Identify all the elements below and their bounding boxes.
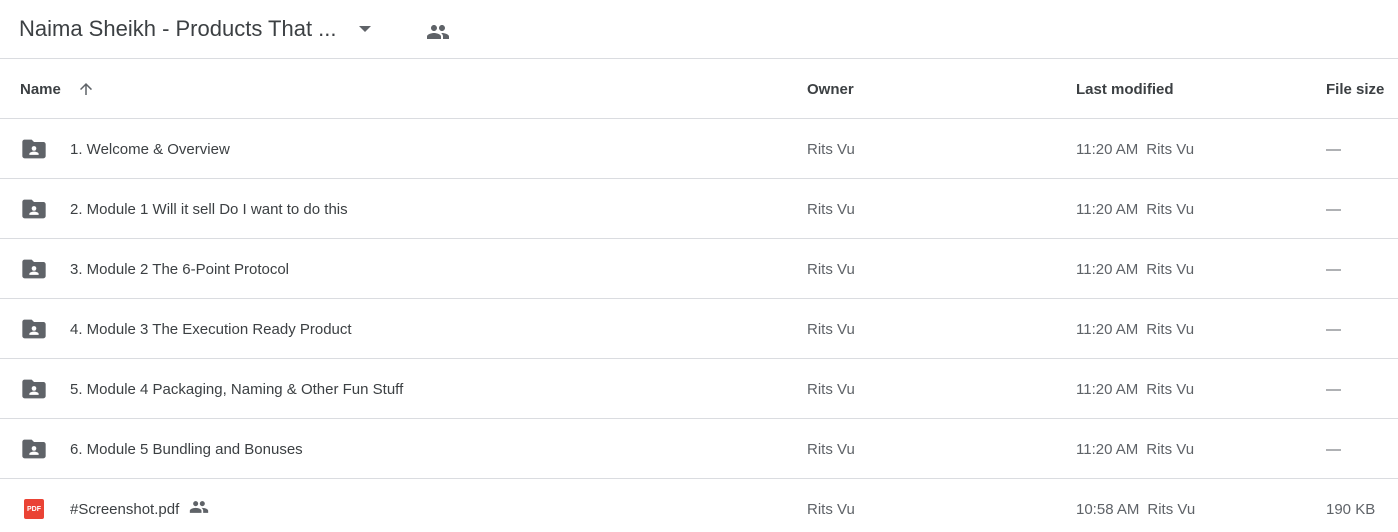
file-name: 6. Module 5 Bundling and Bonuses xyxy=(70,440,303,458)
top-bar: Naima Sheikh - Products That ... xyxy=(0,0,1398,59)
modified-by: Rits Vu xyxy=(1147,500,1196,518)
modified-time: 11:20 AM xyxy=(1076,320,1139,338)
file-name: #Screenshot.pdf xyxy=(70,500,180,518)
file-name-cell: PDF #Screenshot.pdf xyxy=(20,479,209,532)
modified-by: Rits Vu xyxy=(1146,320,1195,338)
modified-by: Rits Vu xyxy=(1146,440,1195,458)
modified-by: Rits Vu xyxy=(1146,260,1195,278)
modified-time: 11:20 AM xyxy=(1076,380,1139,398)
modified-time: 10:58 AM xyxy=(1076,500,1140,518)
size-cell: — xyxy=(1326,380,1341,398)
file-row[interactable]: PDF #Screenshot.pdf Rits Vu 10:58 AM Rits Vu… xyxy=(0,479,1398,532)
modified-cell: 11:20 AM Rits Vu xyxy=(1076,119,1194,179)
modified-by: Rits Vu xyxy=(1146,200,1195,218)
shared-people-icon xyxy=(179,497,209,521)
modified-time: 11:20 AM xyxy=(1076,440,1139,458)
file-name: 2. Module 1 Will it sell Do I want to do… xyxy=(70,200,348,218)
size-cell: — xyxy=(1326,140,1341,158)
file-row[interactable]: 6. Module 5 Bundling and Bonuses Rits Vu 1… xyxy=(0,419,1398,479)
modified-cell: 11:20 AM Rits Vu xyxy=(1076,179,1194,239)
people-icon[interactable] xyxy=(426,20,450,44)
arrow-up-icon[interactable] xyxy=(77,80,95,98)
owner-cell: Rits Vu xyxy=(807,140,855,158)
file-row[interactable]: 2. Module 1 Will it sell Do I want to do… xyxy=(0,179,1398,239)
owner-cell: Rits Vu xyxy=(807,200,855,218)
modified-time: 11:20 AM xyxy=(1076,260,1139,278)
shared-folder-icon xyxy=(20,434,50,464)
file-row[interactable]: 5. Module 4 Packaging, Naming & Other Fu… xyxy=(0,359,1398,419)
modified-cell: 11:20 AM Rits Vu xyxy=(1076,419,1194,479)
modified-cell: 11:20 AM Rits Vu xyxy=(1076,299,1194,359)
file-name-cell: 3. Module 2 The 6-Point Protocol xyxy=(20,239,289,299)
shared-folder-icon xyxy=(20,314,50,344)
modified-cell: 10:58 AM Rits Vu xyxy=(1076,479,1195,532)
folder-title: Naima Sheikh - Products That ... xyxy=(19,16,337,41)
modified-by: Rits Vu xyxy=(1146,140,1195,158)
file-row[interactable]: 4. Module 3 The Execution Ready Product R… xyxy=(0,299,1398,359)
shared-folder-icon xyxy=(20,374,50,404)
chevron-down-icon xyxy=(358,26,371,32)
owner-cell: Rits Vu xyxy=(807,500,855,518)
modified-by: Rits Vu xyxy=(1146,380,1195,398)
owner-cell: Rits Vu xyxy=(807,260,855,278)
file-name-cell: 4. Module 3 The Execution Ready Product xyxy=(20,299,352,359)
owner-cell: Rits Vu xyxy=(807,320,855,338)
column-owner-header[interactable]: Owner xyxy=(807,59,854,119)
size-cell: — xyxy=(1326,200,1341,218)
file-name: 3. Module 2 The 6-Point Protocol xyxy=(70,260,290,278)
column-name-label: Name xyxy=(20,80,61,98)
modified-cell: 11:20 AM Rits Vu xyxy=(1076,359,1194,419)
column-name-header[interactable]: Name xyxy=(20,59,95,119)
file-name-cell: 5. Module 4 Packaging, Naming & Other Fu… xyxy=(20,359,403,419)
file-name-cell: 6. Module 5 Bundling and Bonuses xyxy=(20,419,303,479)
size-cell: — xyxy=(1326,440,1341,458)
shared-folder-icon xyxy=(20,194,50,224)
file-list: 1. Welcome & Overview Rits Vu 11:20 AM Rits… xyxy=(0,119,1398,532)
file-name: 4. Module 3 The Execution Ready Product xyxy=(70,320,352,338)
modified-time: 11:20 AM xyxy=(1076,200,1139,218)
modified-cell: 11:20 AM Rits Vu xyxy=(1076,239,1194,299)
folder-title-dropdown[interactable]: Naima Sheikh - Products That ... xyxy=(8,8,382,50)
owner-cell: Rits Vu xyxy=(807,440,855,458)
shared-folder-icon xyxy=(20,134,50,164)
file-name: 1. Welcome & Overview xyxy=(70,140,230,158)
size-cell: — xyxy=(1326,260,1341,278)
column-header-row: Name Owner Last modified File size xyxy=(0,59,1398,119)
file-name-cell: 1. Welcome & Overview xyxy=(20,119,230,179)
size-cell: — xyxy=(1326,320,1341,338)
size-cell: 190 KB xyxy=(1326,500,1376,518)
pdf-badge: PDF xyxy=(24,499,44,519)
file-name: 5. Module 4 Packaging, Naming & Other Fu… xyxy=(70,380,404,398)
file-row[interactable]: 3. Module 2 The 6-Point Protocol Rits Vu 1… xyxy=(0,239,1398,299)
file-row[interactable]: 1. Welcome & Overview Rits Vu 11:20 AM Rits… xyxy=(0,119,1398,179)
column-modified-header[interactable]: Last modified xyxy=(1076,59,1174,119)
shared-folder-icon xyxy=(20,254,50,284)
column-size-header[interactable]: File size xyxy=(1326,59,1384,119)
owner-cell: Rits Vu xyxy=(807,380,855,398)
modified-time: 11:20 AM xyxy=(1076,140,1139,158)
file-name-cell: 2. Module 1 Will it sell Do I want to do… xyxy=(20,179,348,239)
pdf-icon: PDF xyxy=(20,494,50,524)
